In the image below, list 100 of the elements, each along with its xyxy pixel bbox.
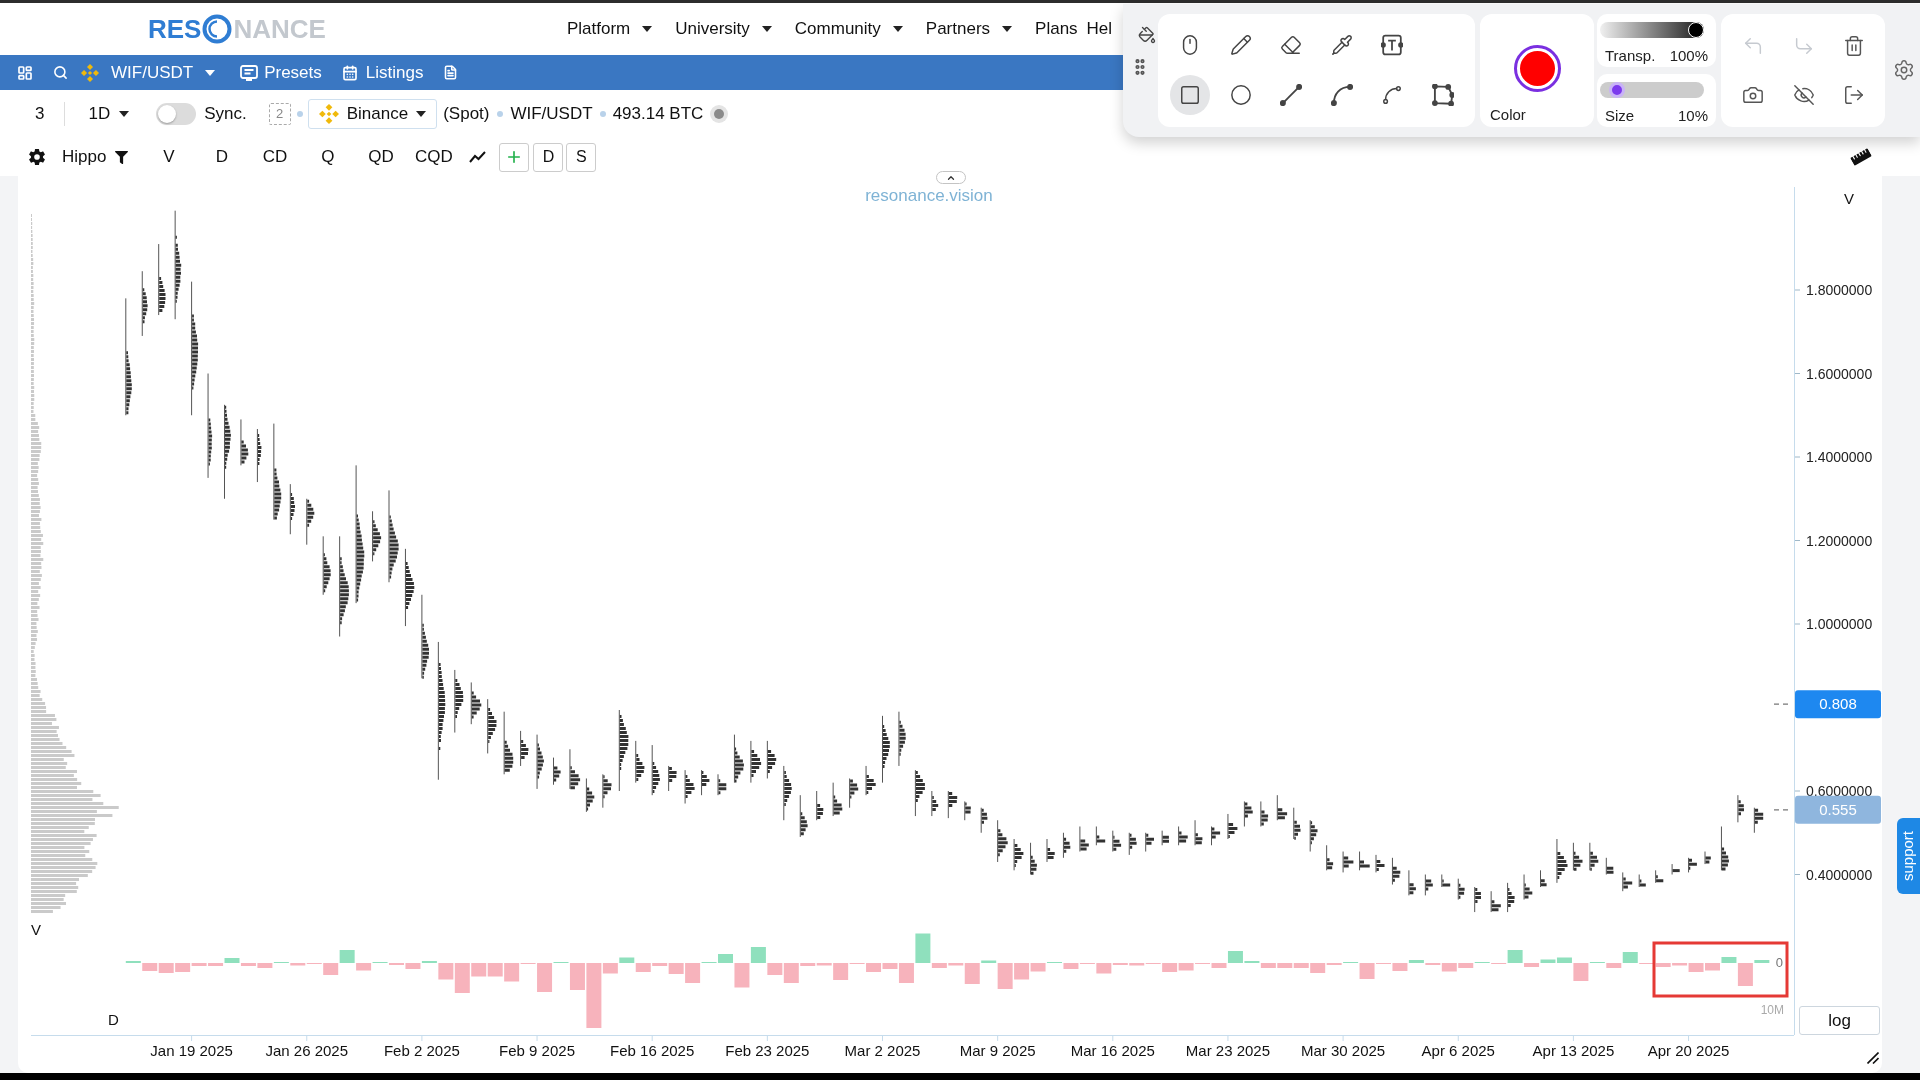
eyedropper-icon	[1330, 34, 1353, 56]
price-axis-label: 1.6000000	[1806, 365, 1873, 382]
date-axis-label: Jan 19 2025	[150, 1042, 233, 1059]
date-axis-label: Apr 13 2025	[1532, 1042, 1615, 1059]
caret-icon	[205, 69, 216, 76]
chart-watermark: resonance.vision	[865, 186, 993, 205]
price-marker-badge: 0.555	[1795, 795, 1881, 824]
caret-icon	[119, 111, 130, 117]
date-axis-label: Mar 16 2025	[1070, 1042, 1155, 1059]
settings-icon[interactable]	[28, 148, 46, 166]
sync-label: Sync.	[204, 103, 247, 126]
nav-menu-item[interactable]: Plans	[1035, 16, 1078, 42]
paint-bucket-icon[interactable]	[1138, 26, 1156, 44]
interval-dropdown[interactable]: 1D	[88, 101, 130, 127]
exchange-dropdown[interactable]: Binance	[307, 99, 438, 129]
log-scale-button[interactable]: log	[1799, 1006, 1880, 1035]
price-axis-label: 1.0000000	[1806, 616, 1873, 632]
price-axis-title: V	[1844, 190, 1854, 207]
color-label: Color	[1490, 106, 1527, 123]
preset-selector[interactable]: Hippo	[62, 144, 129, 170]
undo-icon	[1742, 35, 1764, 57]
support-tab[interactable]: support	[1897, 818, 1920, 894]
symbol-selector[interactable]: WIF/USDT	[81, 59, 216, 86]
caret-icon	[416, 111, 427, 117]
date-axis-label: Mar 2 2025	[844, 1042, 921, 1059]
profile-label: V	[31, 921, 41, 938]
trash-icon	[1843, 35, 1865, 57]
price-marker-badge: 0.808	[1795, 690, 1881, 719]
toolbar-link[interactable]: Presets	[240, 59, 322, 86]
calendar-icon	[341, 64, 358, 81]
date-axis-label: Feb 9 2025	[499, 1042, 575, 1059]
pair-label: WIF/USDT	[510, 103, 593, 126]
link-group-button[interactable]: 2	[268, 103, 291, 125]
sync-toggle[interactable]	[156, 103, 197, 125]
diamond-logo-icon	[81, 63, 99, 82]
indicator-toggle[interactable]: D	[195, 144, 249, 170]
resize-handle-icon[interactable]	[1867, 1052, 1879, 1064]
nav-menu-item[interactable]: Hel	[1086, 16, 1113, 42]
diamond-logo-icon	[318, 104, 339, 124]
eraser-icon	[1280, 34, 1302, 56]
indicator-toggle[interactable]: CQD	[407, 144, 461, 170]
camera-icon	[1742, 84, 1764, 106]
price-axis-label: 1.8000000	[1806, 282, 1873, 298]
slider-thumb[interactable]	[1608, 82, 1625, 98]
line-icon	[1280, 84, 1302, 106]
filter-icon	[115, 150, 129, 164]
document-icon[interactable]	[443, 65, 459, 80]
slider-label: Size	[1605, 107, 1635, 124]
line-chart-icon[interactable]	[469, 151, 487, 163]
panel-toggle-button[interactable]: S	[566, 142, 597, 172]
date-axis-label: Mar 23 2025	[1185, 1042, 1271, 1059]
slider-value: 100%	[1669, 47, 1708, 64]
indicator-toggle[interactable]: CD	[248, 144, 302, 170]
price-axis-label: 1.4000000	[1806, 449, 1873, 465]
delta-zero-label: 0	[1775, 955, 1783, 970]
logo-ring-icon	[202, 14, 233, 44]
price-level-marker	[1773, 809, 1791, 811]
nav-menu-item[interactable]: Community	[794, 16, 903, 42]
square-icon	[1179, 84, 1201, 106]
volume-label: 493.14 BTC	[612, 103, 704, 126]
search-icon[interactable]	[53, 65, 68, 80]
market-label: (Spot)	[443, 103, 490, 126]
text-box-icon	[1381, 34, 1403, 56]
arc-icon	[1330, 84, 1353, 106]
polygon-icon	[1431, 84, 1454, 106]
date-axis-label: Feb 16 2025	[610, 1042, 695, 1059]
logo-text: RES	[148, 16, 202, 42]
date-axis-label: Feb 2 2025	[383, 1042, 460, 1059]
dashboard-grid-icon[interactable]	[17, 64, 33, 81]
nav-menu-item[interactable]: Platform	[566, 16, 653, 42]
price-axis-label: 1.2000000	[1806, 532, 1873, 549]
nav-menu-item[interactable]: University	[675, 16, 772, 42]
nav-menu-item[interactable]: Partners	[925, 16, 1013, 42]
indicator-toggle[interactable]: V	[142, 144, 196, 170]
delta-label: D	[108, 1011, 119, 1028]
date-axis-label: Mar 9 2025	[959, 1042, 1036, 1059]
date-axis-label: Jan 26 2025	[265, 1042, 349, 1059]
indicator-toggle[interactable]: QD	[354, 144, 408, 170]
delta-scale-label: 10M	[1760, 1003, 1784, 1017]
logo-text: NANCE	[233, 16, 326, 42]
date-axis-label: Apr 6 2025	[1421, 1042, 1495, 1059]
panel-toggle-button[interactable]: D	[533, 142, 564, 172]
curve-icon	[1381, 84, 1403, 106]
size-slider[interactable]	[1600, 82, 1704, 98]
date-axis-label: Apr 20 2025	[1647, 1042, 1730, 1059]
export-icon	[1843, 84, 1865, 106]
eye-off-icon	[1792, 84, 1815, 106]
pencil-icon	[1229, 34, 1252, 56]
indicator-toggle[interactable]: Q	[301, 144, 355, 170]
date-axis-label: Feb 23 2025	[725, 1042, 810, 1059]
transparency-slider[interactable]	[1600, 22, 1704, 38]
slider-value: 10%	[1677, 107, 1708, 124]
collapse-button[interactable]	[936, 171, 966, 184]
date-axis-label: Mar 30 2025	[1301, 1042, 1386, 1059]
toolbar-link[interactable]: Listings	[341, 59, 424, 86]
rectangle-tool-button[interactable]	[1170, 75, 1210, 115]
color-picker-button[interactable]	[1514, 45, 1561, 92]
chart-number: 3	[35, 103, 45, 126]
circle-icon	[1229, 84, 1252, 106]
price-axis-label: 0.4000000	[1806, 866, 1873, 883]
